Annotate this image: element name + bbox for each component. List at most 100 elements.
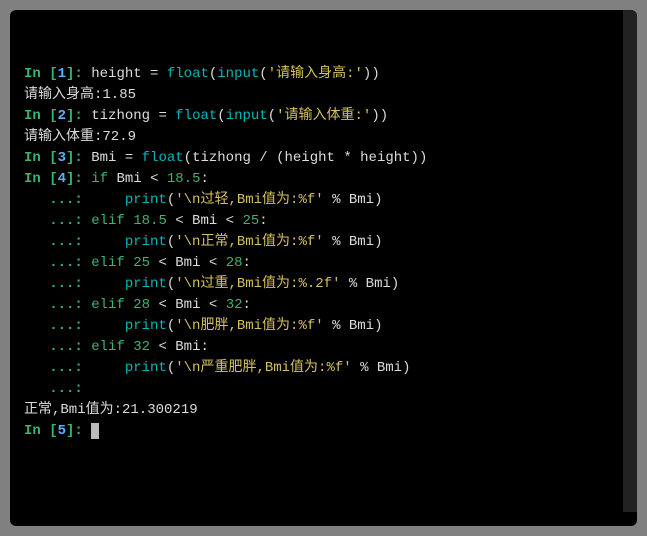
- prompt-in: In [: [24, 108, 58, 124]
- code-token: Bmi: [184, 213, 226, 229]
- code-token: [167, 108, 175, 124]
- code-token: [91, 360, 125, 376]
- code-token: [125, 255, 133, 271]
- code-token: '请输入身高:': [268, 66, 363, 82]
- prompt-cont: ...:: [24, 213, 91, 229]
- terminal-line: 请输入身高:1.85: [24, 85, 623, 106]
- code-token: height: [91, 66, 150, 82]
- code-token: 18.5: [133, 213, 167, 229]
- code-token: 25: [133, 255, 150, 271]
- scrollbar-track: [625, 12, 635, 510]
- code-token: [125, 213, 133, 229]
- terminal-line: In [2]: tizhong = float(input('请输入体重:')): [24, 106, 623, 127]
- prompt-cont: ...:: [24, 381, 91, 397]
- prompt-cont: ...:: [24, 192, 91, 208]
- code-token: <: [175, 213, 183, 229]
- prompt-cont: ...:: [24, 297, 91, 313]
- code-token: 18.5: [167, 171, 201, 187]
- code-token: 25: [242, 213, 259, 229]
- prompt-num: 3: [58, 150, 66, 166]
- output-text: 正常,Bmi值为:21.300219: [24, 402, 198, 418]
- prompt-in: In [: [24, 66, 58, 82]
- terminal-line: ...: print('\n严重肥胖,Bmi值为:%f' % Bmi): [24, 358, 623, 379]
- window-frame: In [1]: height = float(input('请输入身高:'))请…: [0, 0, 647, 536]
- terminal-line: ...: elif 25 < Bmi < 28:: [24, 253, 623, 274]
- code-token: [217, 297, 225, 313]
- code-token: (: [259, 66, 267, 82]
- code-token: '\n严重肥胖,Bmi值为:%f': [175, 360, 351, 376]
- code-token: <: [226, 213, 234, 229]
- terminal-line: ...: print('\n过轻,Bmi值为:%f' % Bmi): [24, 190, 623, 211]
- code-token: float: [175, 108, 217, 124]
- prompt-num: 1: [58, 66, 66, 82]
- prompt-post: ]:: [66, 150, 91, 166]
- prompt-in: In [: [24, 150, 58, 166]
- scrollbar[interactable]: [623, 10, 637, 512]
- code-token: [91, 318, 125, 334]
- code-token: 28: [133, 297, 150, 313]
- code-token: (: [167, 360, 175, 376]
- code-token: [125, 339, 133, 355]
- terminal-line: ...: elif 32 < Bmi:: [24, 337, 623, 358]
- prompt-cont: ...:: [24, 276, 91, 292]
- code-token: float: [142, 150, 184, 166]
- code-token: [217, 255, 225, 271]
- code-token: '\n过轻,Bmi值为:%f': [175, 192, 323, 208]
- prompt-post: ]:: [66, 423, 91, 439]
- terminal-line: ...: elif 18.5 < Bmi < 25:: [24, 211, 623, 232]
- code-token: elif: [91, 297, 125, 313]
- code-token: Bmi: [108, 171, 150, 187]
- code-token: <: [158, 297, 166, 313]
- code-token: *: [343, 150, 351, 166]
- code-token: % Bmi): [352, 360, 411, 376]
- code-token: =: [158, 108, 166, 124]
- terminal-line: In [1]: height = float(input('请输入身高:')): [24, 64, 623, 85]
- code-token: :: [259, 213, 267, 229]
- code-token: <: [158, 255, 166, 271]
- code-token: float: [167, 66, 209, 82]
- code-token: 32: [226, 297, 243, 313]
- code-token: [91, 276, 125, 292]
- code-token: (tizhong: [184, 150, 260, 166]
- code-token: (: [167, 318, 175, 334]
- code-token: <: [158, 339, 166, 355]
- prompt-cont: ...:: [24, 255, 91, 271]
- prompt-cont: ...:: [24, 339, 91, 355]
- code-token: '\n肥胖,Bmi值为:%f': [175, 318, 323, 334]
- code-token: [158, 66, 166, 82]
- code-token: tizhong: [91, 108, 158, 124]
- terminal-line: 请输入体重:72.9: [24, 127, 623, 148]
- prompt-cont: ...:: [24, 360, 91, 376]
- scrollbar-thumb[interactable]: [627, 450, 633, 510]
- terminal-line: In [5]:: [24, 421, 623, 442]
- prompt-num: 5: [58, 423, 66, 439]
- prompt-post: ]:: [66, 171, 91, 187]
- code-token: height)): [352, 150, 428, 166]
- code-token: Bmi:: [167, 339, 209, 355]
- code-token: Bmi: [167, 297, 209, 313]
- terminal[interactable]: In [1]: height = float(input('请输入身高:'))请…: [10, 10, 637, 526]
- code-token: [125, 297, 133, 313]
- prompt-cont: ...:: [24, 318, 91, 334]
- code-token: =: [125, 150, 133, 166]
- terminal-line: In [3]: Bmi = float(tizhong / (height * …: [24, 148, 623, 169]
- code-token: (: [167, 276, 175, 292]
- code-token: % Bmi): [324, 318, 383, 334]
- output-text: 请输入身高:1.85: [24, 87, 136, 103]
- code-token: (: [268, 108, 276, 124]
- code-token: (: [217, 108, 225, 124]
- code-token: [158, 171, 166, 187]
- code-token: % Bmi): [324, 192, 383, 208]
- code-token: )): [371, 108, 388, 124]
- code-token: print: [125, 234, 167, 250]
- code-token: [91, 234, 125, 250]
- code-token: print: [125, 276, 167, 292]
- code-token: :: [243, 255, 251, 271]
- code-token: elif: [91, 255, 125, 271]
- code-token: '\n过重,Bmi值为:%.2f': [175, 276, 340, 292]
- code-token: 32: [133, 339, 150, 355]
- code-token: print: [125, 192, 167, 208]
- code-token: % Bmi): [340, 276, 399, 292]
- terminal-line: In [4]: if Bmi < 18.5:: [24, 169, 623, 190]
- prompt-post: ]:: [66, 66, 91, 82]
